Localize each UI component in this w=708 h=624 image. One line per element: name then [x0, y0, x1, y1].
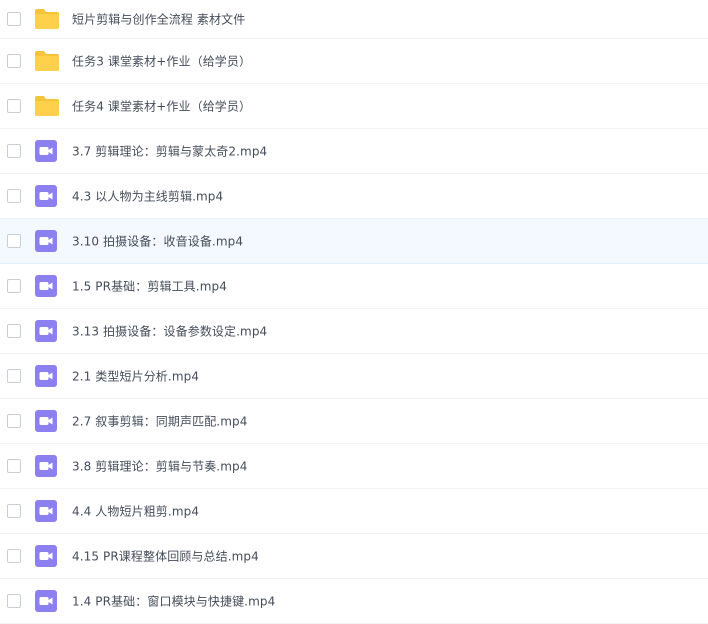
file-name[interactable]: 4.3 以人物为主线剪辑.mp4 — [72, 188, 223, 205]
file-name[interactable]: 3.7 剪辑理论：剪辑与蒙太奇2.mp4 — [72, 143, 267, 160]
video-file-icon — [35, 455, 57, 477]
file-row[interactable]: 3.8 剪辑理论：剪辑与节奏.mp4 — [0, 444, 708, 489]
file-name[interactable]: 3.10 拍摄设备：收音设备.mp4 — [72, 233, 243, 250]
video-file-icon — [35, 410, 57, 432]
folder-icon — [34, 95, 60, 117]
row-checkbox[interactable] — [7, 189, 21, 203]
file-row[interactable]: 2.7 叙事剪辑：同期声匹配.mp4 — [0, 399, 708, 444]
video-file-icon — [35, 275, 57, 297]
row-checkbox[interactable] — [7, 54, 21, 68]
video-file-icon — [35, 365, 57, 387]
video-file-icon — [35, 500, 57, 522]
video-file-icon — [35, 185, 57, 207]
video-file-icon — [35, 545, 57, 567]
file-row[interactable]: 3.7 剪辑理论：剪辑与蒙太奇2.mp4 — [0, 129, 708, 174]
file-row[interactable]: 4.4 人物短片粗剪.mp4 — [0, 489, 708, 534]
row-checkbox[interactable] — [7, 594, 21, 608]
row-checkbox[interactable] — [7, 459, 21, 473]
file-name[interactable]: 2.7 叙事剪辑：同期声匹配.mp4 — [72, 413, 247, 430]
file-row[interactable]: 1.5 PR基础：剪辑工具.mp4 — [0, 264, 708, 309]
file-row[interactable]: 4.15 PR课程整体回顾与总结.mp4 — [0, 534, 708, 579]
file-name[interactable]: 1.4 PR基础：窗口模块与快捷键.mp4 — [72, 593, 275, 610]
row-checkbox[interactable] — [7, 144, 21, 158]
file-name[interactable]: 4.15 PR课程整体回顾与总结.mp4 — [72, 548, 259, 565]
file-row[interactable]: 任务4 课堂素材+作业（给学员） — [0, 84, 708, 129]
row-checkbox[interactable] — [7, 549, 21, 563]
video-file-icon — [35, 140, 57, 162]
row-checkbox[interactable] — [7, 12, 21, 26]
file-name[interactable]: 2.1 类型短片分析.mp4 — [72, 368, 199, 385]
row-checkbox[interactable] — [7, 234, 21, 248]
video-file-icon — [35, 230, 57, 252]
file-row[interactable]: 1.4 PR基础：窗口模块与快捷键.mp4 — [0, 579, 708, 624]
file-name[interactable]: 1.5 PR基础：剪辑工具.mp4 — [72, 278, 227, 295]
file-row[interactable]: 短片剪辑与创作全流程 素材文件 — [0, 0, 708, 39]
row-checkbox[interactable] — [7, 99, 21, 113]
file-row-hovered[interactable]: 3.10 拍摄设备：收音设备.mp4 — [0, 219, 708, 264]
row-checkbox[interactable] — [7, 504, 21, 518]
file-name[interactable]: 短片剪辑与创作全流程 素材文件 — [72, 11, 245, 28]
folder-icon — [34, 50, 60, 72]
file-name[interactable]: 任务4 课堂素材+作业（给学员） — [72, 98, 251, 115]
file-list: 短片剪辑与创作全流程 素材文件 任务3 课堂素材+作业（给学员） 任务4 课堂素… — [0, 0, 708, 624]
file-name[interactable]: 3.8 剪辑理论：剪辑与节奏.mp4 — [72, 458, 247, 475]
row-checkbox[interactable] — [7, 279, 21, 293]
file-row[interactable]: 任务3 课堂素材+作业（给学员） — [0, 39, 708, 84]
file-row[interactable]: 2.1 类型短片分析.mp4 — [0, 354, 708, 399]
file-row[interactable]: 3.13 拍摄设备：设备参数设定.mp4 — [0, 309, 708, 354]
row-checkbox[interactable] — [7, 324, 21, 338]
file-name[interactable]: 3.13 拍摄设备：设备参数设定.mp4 — [72, 323, 267, 340]
row-checkbox[interactable] — [7, 369, 21, 383]
folder-icon — [34, 8, 60, 30]
video-file-icon — [35, 590, 57, 612]
row-checkbox[interactable] — [7, 414, 21, 428]
file-name[interactable]: 任务3 课堂素材+作业（给学员） — [72, 53, 251, 70]
file-row[interactable]: 4.3 以人物为主线剪辑.mp4 — [0, 174, 708, 219]
video-file-icon — [35, 320, 57, 342]
file-name[interactable]: 4.4 人物短片粗剪.mp4 — [72, 503, 199, 520]
